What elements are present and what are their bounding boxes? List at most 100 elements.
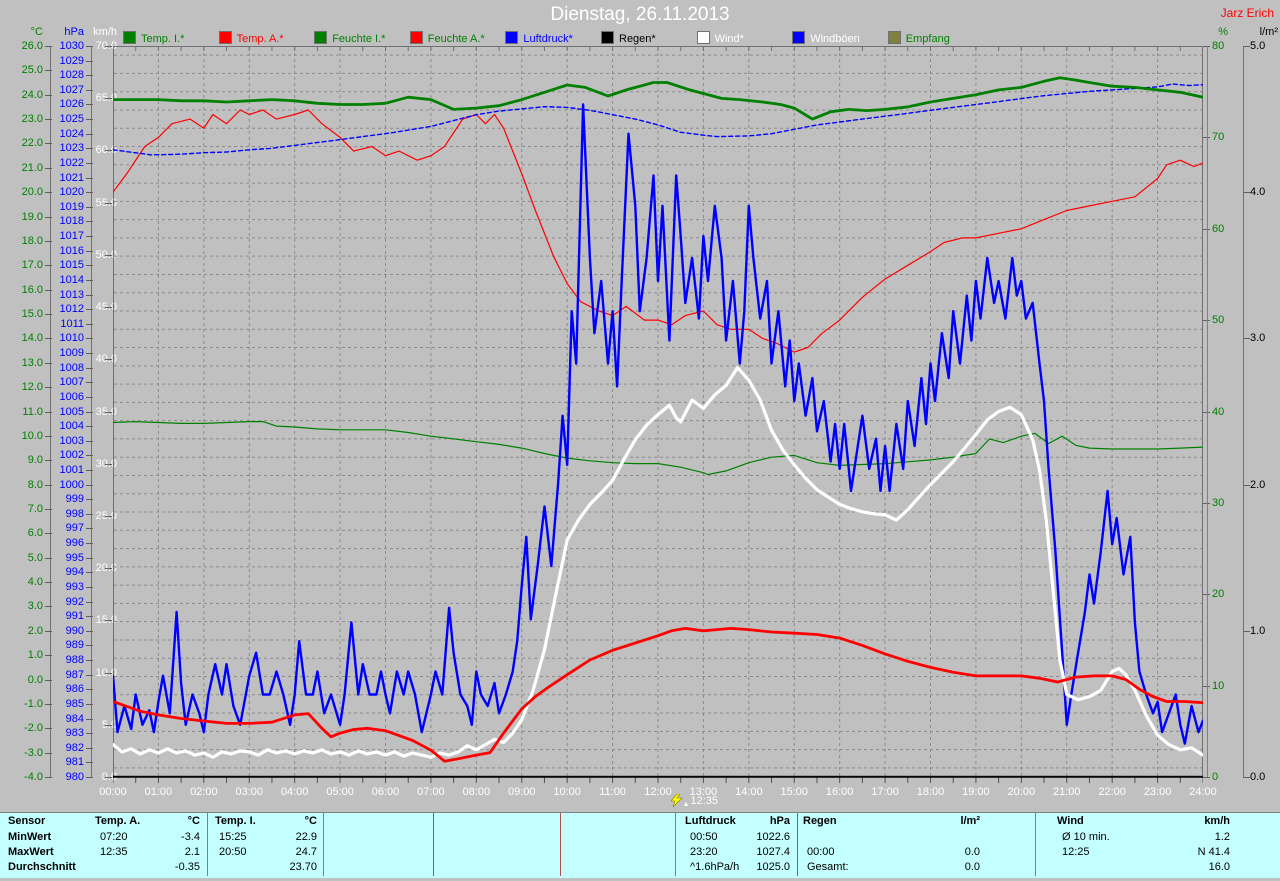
stats-divider xyxy=(1035,813,1036,876)
axis-label: 5.0 xyxy=(1250,40,1266,52)
axis-header-lm: l/m² xyxy=(1259,26,1278,38)
stats-row-label: Durchschnitt xyxy=(8,861,76,873)
axis-tick xyxy=(86,543,93,544)
axis-label: 1006 xyxy=(59,391,84,403)
legend-item-label: Feuchte A.* xyxy=(427,33,485,45)
x-axis-label: 23:00 xyxy=(1143,786,1172,798)
axis-label: 997 xyxy=(65,522,84,534)
x-axis-label: 10:00 xyxy=(553,786,581,798)
axis-tick xyxy=(1243,338,1250,339)
axis-tick xyxy=(86,470,93,471)
axis-tick xyxy=(1203,777,1210,778)
axis-tick xyxy=(86,324,93,325)
legend-item-luftdruck-[interactable]: Luftdruck* xyxy=(505,31,573,45)
axis-label: 40 xyxy=(1212,406,1225,418)
legend-item-wind-[interactable]: Wind* xyxy=(696,31,744,45)
axis-tick xyxy=(86,192,93,193)
axis-label: 990 xyxy=(65,625,84,637)
axis-label: 1021 xyxy=(59,172,84,184)
legend-item-windb-en[interactable]: Windböen xyxy=(792,31,860,45)
legend-color-swatch-icon xyxy=(314,31,328,44)
legend-color-swatch-icon xyxy=(792,31,806,44)
plot-right-border xyxy=(1207,46,1208,777)
legend-item-feuchte-a-[interactable]: Feuchte A.* xyxy=(409,31,485,45)
axis-tick xyxy=(1243,192,1250,193)
stats-divider xyxy=(433,813,434,876)
axis-label: 4.0 xyxy=(27,576,43,588)
axis-tick xyxy=(86,499,93,500)
axis-label: 1.0 xyxy=(1250,625,1266,637)
axis-label: 0 xyxy=(1212,771,1219,783)
axis-tick xyxy=(86,295,93,296)
legend-item-temp-i-[interactable]: Temp. I.* xyxy=(123,31,184,45)
axis-tick xyxy=(86,441,93,442)
axis-tick xyxy=(86,221,93,222)
legend-item-feuchte-i-[interactable]: Feuchte I.* xyxy=(314,31,385,45)
axis-label: 25.0 xyxy=(21,64,43,76)
legend-item-label: Regen* xyxy=(619,33,656,45)
axis-label: 14.0 xyxy=(21,332,43,344)
axis-label: 1010 xyxy=(59,332,84,344)
x-axis-label: 11:00 xyxy=(599,786,626,798)
axis-label: 982 xyxy=(65,742,84,754)
x-axis-label: 15:00 xyxy=(780,786,809,798)
window-title: Dienstag, 26.11.2013 xyxy=(550,4,730,25)
axis-label: 1022 xyxy=(59,157,84,169)
axis-label: 5.0 xyxy=(27,552,43,564)
legend-color-swatch-icon xyxy=(887,31,901,44)
axis-tick xyxy=(86,236,93,237)
stats-divider xyxy=(797,813,798,876)
axis-label: 10.0 xyxy=(21,430,43,442)
stats-col-header: Temp. I. xyxy=(215,815,256,827)
x-axis-label: 22:00 xyxy=(1098,786,1126,798)
legend-item-temp-a-[interactable]: Temp. A.* xyxy=(218,31,284,45)
stats-col-header: Temp. A. xyxy=(95,815,141,827)
axis-label: 15.0 xyxy=(21,308,43,320)
axis-tick xyxy=(86,134,93,135)
axis-label: 1013 xyxy=(59,289,84,301)
axis-tick-line xyxy=(1243,46,1244,777)
legend-item-label: Feuchte I.* xyxy=(332,33,386,45)
axis-label: 16.0 xyxy=(21,284,43,296)
marker-time-label: 12:35 xyxy=(690,795,718,807)
stats-divider xyxy=(207,813,208,876)
stats-row-label: MinWert xyxy=(8,831,52,843)
x-axis-label: 21:00 xyxy=(1052,786,1081,798)
axis-label: 20 xyxy=(1212,588,1225,600)
stats-value-cell: 0.0 xyxy=(964,861,980,873)
stats-time-cell: 12:25 xyxy=(1062,846,1090,858)
stats-divider xyxy=(675,813,676,876)
stats-col-unit: hPa xyxy=(769,815,790,827)
axis-label: 20.0 xyxy=(21,186,43,198)
legend-item-regen-[interactable]: Regen* xyxy=(601,31,656,45)
axis-label: 3.0 xyxy=(1250,332,1266,344)
stats-col-header: Regen xyxy=(803,815,837,827)
axis-tick xyxy=(86,368,93,369)
axis-label: -3.0 xyxy=(24,747,43,759)
stats-time-cell: Gesamt: xyxy=(807,861,849,873)
x-axis-label: 00:00 xyxy=(99,786,127,798)
axis-label: -4.0 xyxy=(24,771,43,783)
axis-label: 6.0 xyxy=(27,527,43,539)
axis-label: 8.0 xyxy=(27,479,43,491)
axis-tick xyxy=(105,46,112,47)
axis-label: 22.0 xyxy=(21,137,43,149)
axis-tick xyxy=(86,338,93,339)
axis-tick xyxy=(86,75,93,76)
axis-tick xyxy=(105,464,112,465)
legend-color-swatch-icon xyxy=(218,31,232,44)
axis-tick xyxy=(105,412,112,413)
axis-label: 2.0 xyxy=(1250,479,1266,491)
x-axis-label: 01:00 xyxy=(144,786,173,798)
axis-tick xyxy=(86,689,93,690)
legend-color-swatch-icon xyxy=(696,31,710,44)
legend-item-label: Empfang xyxy=(905,33,950,45)
axis-label: 0.0 xyxy=(1250,771,1266,783)
stats-value-cell: -0.35 xyxy=(174,861,200,873)
stats-value-cell: 1027.4 xyxy=(756,846,790,858)
legend-item-empfang[interactable]: Empfang xyxy=(887,31,950,45)
axis-tick xyxy=(105,568,112,569)
stats-row-label: Sensor xyxy=(8,815,46,827)
legend-color-swatch-icon xyxy=(601,31,614,44)
legend-item-label: Temp. I.* xyxy=(141,33,185,45)
